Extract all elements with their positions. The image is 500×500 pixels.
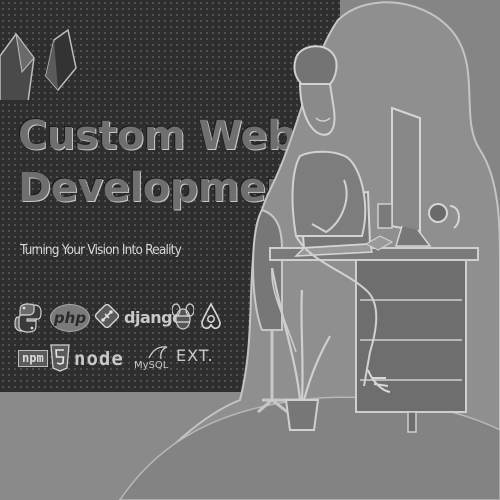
person-hair (293, 45, 338, 88)
developer-illustration (118, 1, 500, 500)
hero-banner: Custom Web Development Turning Your Visi… (0, 0, 500, 500)
desk-lamp (428, 203, 448, 223)
desk-cabinet (355, 259, 467, 413)
plant-pot (284, 399, 320, 431)
speaker (377, 203, 393, 229)
chair-back (252, 208, 283, 331)
desktop-monitor (391, 106, 421, 234)
person-torso (291, 150, 367, 237)
